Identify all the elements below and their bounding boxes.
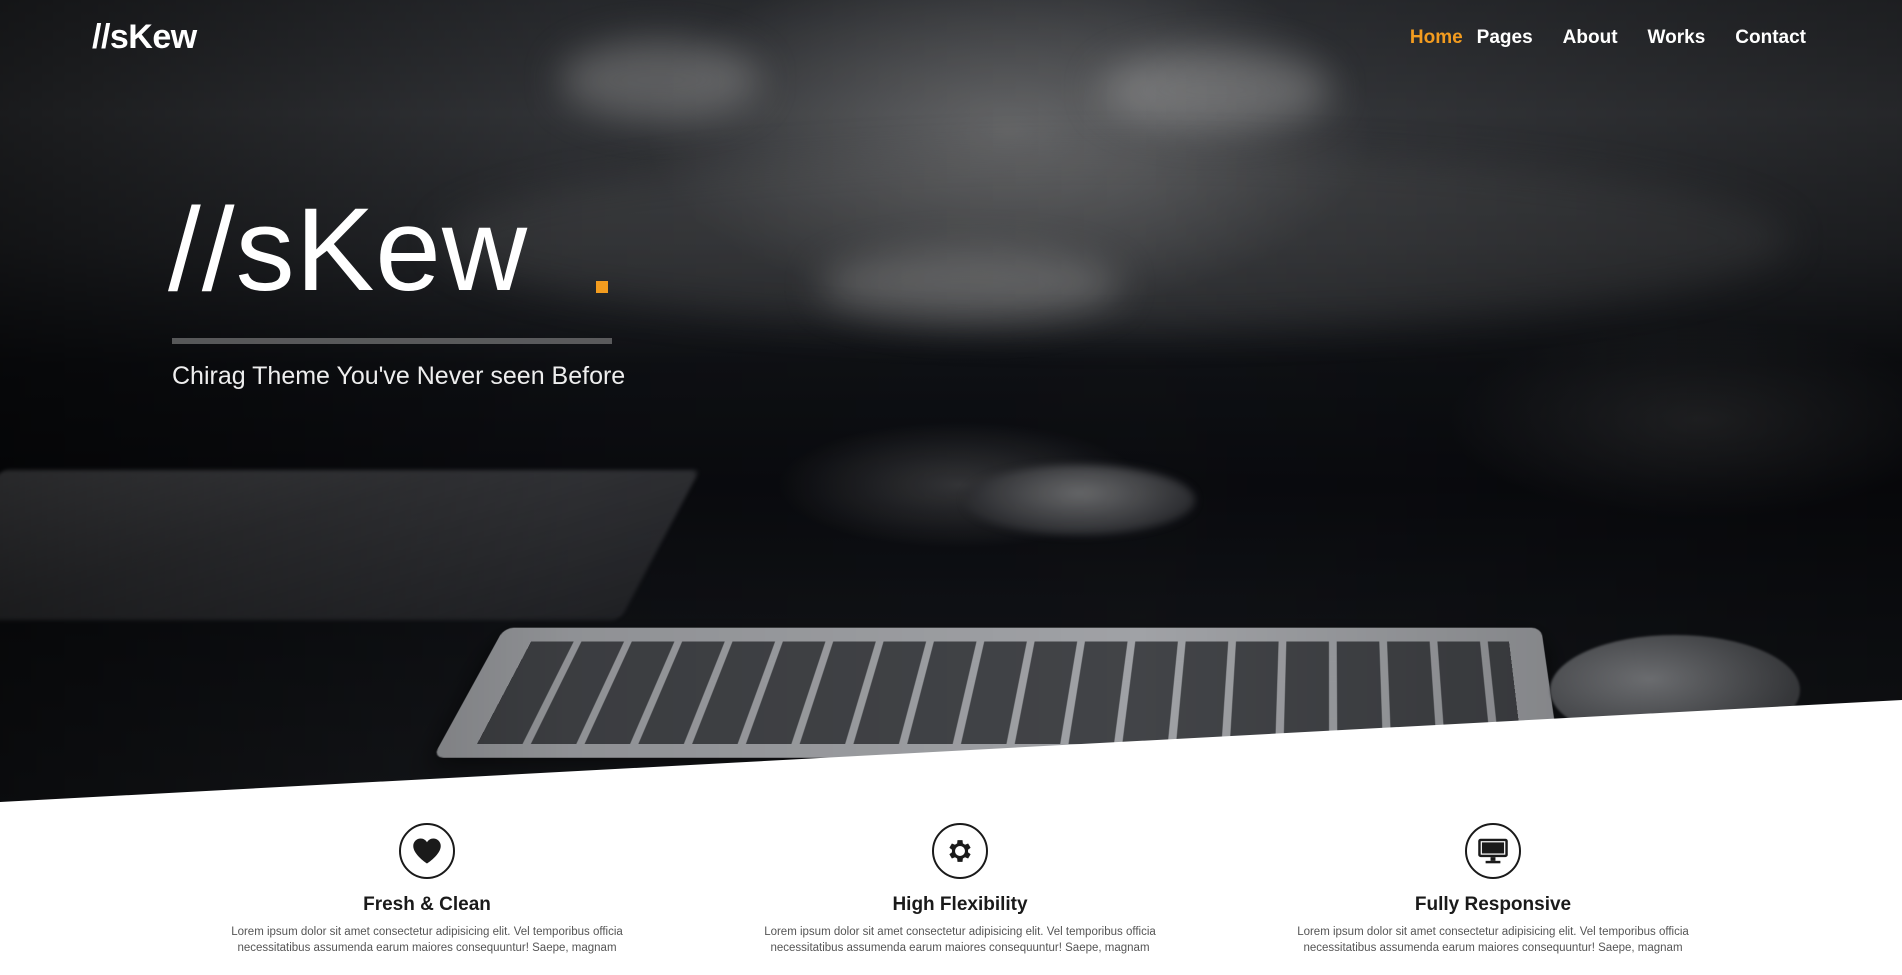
page: //sKew Home Pages About Works Contact //… — [0, 0, 1902, 975]
hero-divider — [172, 338, 612, 344]
feature-card-high-flexibility: High Flexibility Lorem ipsum dolor sit a… — [710, 823, 1210, 956]
site-logo[interactable]: //sKew — [92, 18, 197, 57]
gear-icon — [932, 823, 988, 879]
hero-overlay — [0, 0, 1902, 810]
hero-accent-dot — [596, 281, 608, 293]
monitor-icon — [1465, 823, 1521, 879]
main-nav: Home Pages About Works Contact — [1410, 26, 1806, 50]
feature-card-fully-responsive: Fully Responsive Lorem ipsum dolor sit a… — [1243, 823, 1743, 956]
nav-item-pages[interactable]: Pages — [1477, 26, 1533, 50]
feature-card-fresh-clean: Fresh & Clean Lorem ipsum dolor sit amet… — [177, 823, 677, 956]
nav-item-works[interactable]: Works — [1648, 26, 1706, 50]
hero-tagline: Chirag Theme You've Never seen Before — [172, 362, 626, 390]
feature-description: Lorem ipsum dolor sit amet consectetur a… — [764, 926, 1156, 954]
nav-item-home[interactable]: Home — [1410, 26, 1463, 50]
feature-title: High Flexibility — [892, 894, 1028, 915]
nav-item-about[interactable]: About — [1563, 26, 1618, 50]
feature-title: Fresh & Clean — [363, 894, 491, 915]
feature-description: Lorem ipsum dolor sit amet consectetur a… — [231, 926, 623, 954]
feature-description: Lorem ipsum dolor sit amet consectetur a… — [1297, 926, 1689, 954]
hero-title: //sKew — [168, 184, 529, 316]
heart-icon — [399, 823, 455, 879]
nav-item-contact[interactable]: Contact — [1735, 26, 1806, 50]
hero-background-image — [0, 0, 1902, 810]
feature-title: Fully Responsive — [1414, 894, 1572, 915]
